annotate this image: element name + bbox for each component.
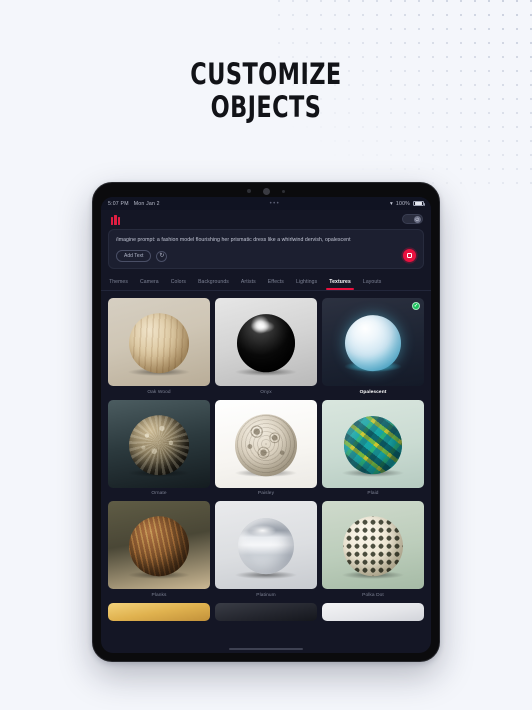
sensor-dot-icon [247,189,251,193]
texture-card-label: Platinum [256,592,276,598]
page-title-line-2: OBJECTS [210,90,322,124]
texture-card-next-row-2[interactable] [215,602,317,621]
texture-preview-image [215,501,317,590]
texture-preview-image [108,501,210,590]
status-bar-left: 5:07 PM Mon Jan 2 [108,201,160,207]
status-bar-time: 5:07 PM [108,200,129,207]
texture-preview-image [322,399,424,488]
preview-toggle[interactable]: ⏻ [402,213,423,224]
device-sensor-array [93,187,439,195]
texture-preview-image [215,298,317,387]
texture-card-paisley[interactable]: Paisley [215,399,317,497]
texture-card-label: Planks [151,592,167,598]
texture-preview-image [322,501,424,590]
texture-card-label: Oak Wood [147,389,171,395]
texture-preview-image [215,602,317,621]
texture-grid-scroll-area[interactable]: Oak Wood Onyx ✓ Opalescent Ornate Paisle… [101,291,431,653]
texture-card-label: Onyx [260,389,272,395]
battery-percent-label: 100% [395,200,410,207]
prompt-panel[interactable]: /imagine prompt: a fashion model flouris… [108,229,424,270]
texture-preview-image: ✓ [322,298,424,387]
texture-card-plaid[interactable]: Plaid [322,399,424,497]
category-tabs: Themes Camera Colors Backgrounds Artists… [101,274,431,292]
texture-preview-image [215,399,317,488]
battery-icon [413,200,425,207]
tablet-device-mockup: 5:07 PM Mon Jan 2 ••• ▾ 100% ⏻ /imagine … [92,182,440,662]
texture-card-label: Plaid [367,491,379,497]
texture-card-label: Ornate [151,491,167,497]
status-bar-date: Mon Jan 2 [133,200,160,207]
toggle-knob-icon: ⏻ [413,215,421,223]
front-camera-icon [263,187,270,195]
sensor-dot-icon [282,189,285,193]
wifi-icon: ▾ [389,200,393,207]
texture-card-next-row-1[interactable] [108,602,210,621]
texture-preview-image [108,298,210,387]
texture-preview-image [322,602,424,621]
texture-card-polka-dot[interactable]: Polka Dot [322,501,424,598]
status-bar-multitask-dots: ••• [269,200,281,207]
texture-card-next-row-3[interactable] [322,602,424,621]
tab-effects[interactable]: Effects [267,275,285,290]
page-title-line-1: CUSTOMIZE [190,57,342,91]
texture-card-ornate[interactable]: Ornate [108,399,210,497]
texture-card-label: Opalescent [359,389,387,395]
tab-artists[interactable]: Artists [240,275,257,290]
tab-layouts[interactable]: Layouts [362,275,383,290]
texture-grid: Oak Wood Onyx ✓ Opalescent Ornate Paisle… [108,298,424,621]
tab-themes[interactable]: Themes [108,275,129,290]
status-bar: 5:07 PM Mon Jan 2 ••• ▾ 100% [101,197,431,210]
texture-card-label: Paisley [257,491,275,497]
texture-card-opalescent[interactable]: ✓ Opalescent [322,298,424,395]
texture-card-planks[interactable]: Planks [108,501,210,598]
texture-preview-image [108,602,210,621]
page-title: CUSTOMIZE OBJECTS [37,58,495,124]
stop-square-icon [407,253,412,259]
texture-card-oak-wood[interactable]: Oak Wood [108,298,210,395]
texture-card-label: Polka Dot [362,592,384,598]
status-bar-right: ▾ 100% [389,200,425,207]
tab-lightings[interactable]: Lightings [295,275,318,290]
texture-preview-image [108,399,210,488]
add-text-button[interactable]: Add Text [116,250,152,263]
selected-check-icon: ✓ [412,302,420,311]
prompt-actions: Add Text ↻ [116,250,416,263]
texture-card-onyx[interactable]: Onyx [215,298,317,395]
prompt-input[interactable]: /imagine prompt: a fashion model flouris… [116,236,416,244]
tab-backgrounds[interactable]: Backgrounds [197,275,230,290]
tab-colors[interactable]: Colors [170,275,187,290]
tab-camera[interactable]: Camera [139,275,160,290]
category-tabs-list[interactable]: Themes Camera Colors Backgrounds Artists… [108,274,424,290]
tab-textures[interactable]: Textures [326,275,354,290]
texture-card-platinum[interactable]: Platinum [215,501,317,598]
refresh-icon[interactable]: ↻ [156,250,168,262]
app-logo-icon[interactable] [109,212,122,225]
device-screen: 5:07 PM Mon Jan 2 ••• ▾ 100% ⏻ /imagine … [101,197,431,653]
app-header: ⏻ [101,210,431,229]
